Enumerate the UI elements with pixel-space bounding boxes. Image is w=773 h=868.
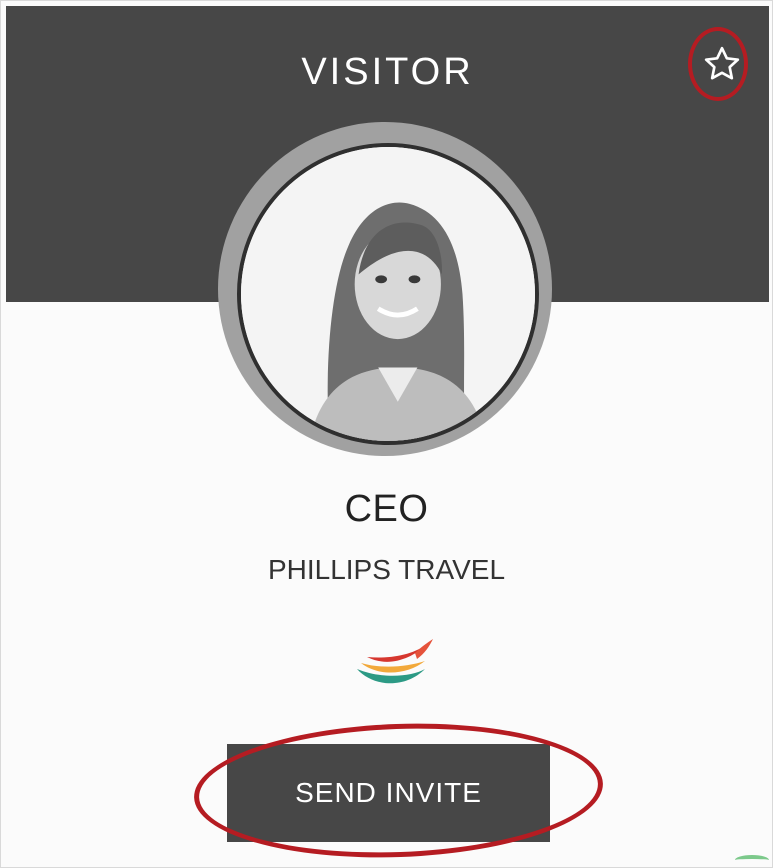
avatar-photo [241,147,535,441]
card-title: VISITOR [301,51,474,93]
company-logo-icon [357,639,433,684]
visitor-role: CEO [344,488,429,530]
send-invite-button[interactable]: SEND INVITE [227,744,550,842]
visitor-company: PHILLIPS TRAVEL [267,554,506,585]
avatar [237,143,539,445]
star-icon [704,46,740,80]
favorite-button[interactable] [692,27,752,101]
corner-decoration [735,855,769,865]
company-logo [351,633,435,697]
visitor-card: VISITOR CEO PHILLIPS TRAVEL SEND INVITE [0,0,773,868]
